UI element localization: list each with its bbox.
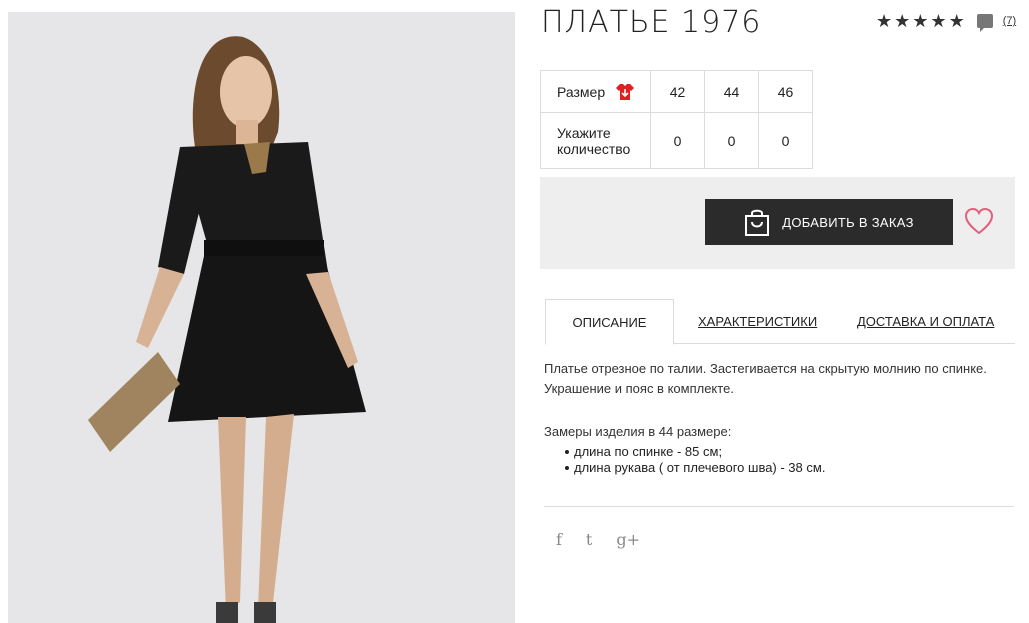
add-to-order-label: ДОБАВИТЬ В ЗАКАЗ bbox=[782, 214, 914, 230]
review-count-link[interactable]: (7) bbox=[1003, 15, 1016, 27]
quantity-label: Укажите количество bbox=[540, 112, 651, 169]
star-icon: ★ bbox=[930, 11, 947, 31]
social-share: f t g+ bbox=[556, 530, 640, 549]
description-line: Платье отрезное по талии. Застегивается … bbox=[544, 361, 987, 376]
size-row: Размер 42 44 46 bbox=[540, 70, 813, 113]
shopping-bag-icon bbox=[745, 209, 770, 236]
tab-description[interactable]: ОПИСАНИЕ bbox=[545, 299, 674, 345]
size-label: Размер bbox=[557, 83, 606, 100]
divider bbox=[544, 506, 1014, 507]
product-tabs: ОПИСАНИЕ ХАРАКТЕРИСТИКИ ДОСТАВКА И ОПЛАТ… bbox=[545, 299, 1015, 345]
google-plus-icon[interactable]: g+ bbox=[616, 530, 640, 549]
add-to-order-button[interactable]: ДОБАВИТЬ В ЗАКАЗ bbox=[705, 199, 953, 245]
order-panel: ДОБАВИТЬ В ЗАКАЗ bbox=[540, 177, 1015, 269]
heart-icon[interactable] bbox=[964, 207, 994, 235]
size-table: Размер 42 44 46 Укажите количество 0 0 0 bbox=[540, 70, 813, 169]
size-option: 44 bbox=[704, 70, 759, 113]
facebook-icon[interactable]: f bbox=[556, 530, 562, 549]
comment-icon[interactable] bbox=[976, 14, 993, 32]
size-option: 46 bbox=[758, 70, 813, 113]
twitter-icon[interactable]: t bbox=[586, 530, 592, 549]
size-option: 42 bbox=[650, 70, 705, 113]
quantity-input[interactable]: 0 bbox=[650, 112, 705, 169]
star-icon: ★ bbox=[948, 11, 965, 31]
quantity-row: Укажите количество 0 0 0 bbox=[540, 112, 813, 169]
size-chart-icon[interactable] bbox=[615, 83, 635, 101]
measurements-title: Замеры изделия в 44 размере: bbox=[544, 424, 732, 439]
dress-model-image bbox=[8, 12, 515, 623]
product-photo[interactable] bbox=[8, 12, 515, 623]
star-icon: ★ bbox=[912, 11, 929, 31]
list-item: длина рукава ( от плечевого шва) - 38 см… bbox=[564, 460, 826, 475]
description-line: Украшение и пояс в комплекте. bbox=[544, 381, 734, 396]
quantity-input[interactable]: 0 bbox=[704, 112, 759, 169]
measurements-list: длина по спинке - 85 см; длина рукава ( … bbox=[564, 444, 826, 476]
product-description: Платье отрезное по талии. Застегивается … bbox=[544, 359, 1014, 399]
product-title: ПЛАТЬЕ 1976 bbox=[541, 5, 762, 40]
rating[interactable]: ★ ★ ★ ★ ★ (7) bbox=[876, 11, 1016, 32]
tab-delivery[interactable]: ДОСТАВКА И ОПЛАТА bbox=[857, 299, 994, 344]
quantity-input[interactable]: 0 bbox=[758, 112, 813, 169]
size-label-cell: Размер bbox=[540, 70, 651, 113]
star-icon: ★ bbox=[894, 11, 911, 31]
list-item: длина по спинке - 85 см; bbox=[564, 444, 825, 460]
tab-characteristics[interactable]: ХАРАКТЕРИСТИКИ bbox=[698, 299, 817, 344]
star-icon: ★ bbox=[876, 11, 893, 31]
